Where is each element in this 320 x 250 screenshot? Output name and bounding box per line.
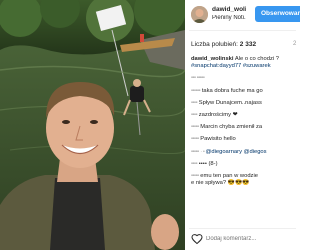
comment-item: •••• zazdrościmy ❤ xyxy=(191,112,300,119)
comment-user[interactable]: ••••• xyxy=(191,124,199,130)
post-user-block: dawid_woli... Pieniny Noti... xyxy=(212,6,246,21)
post-location[interactable]: Pieniny Noti... xyxy=(212,15,246,21)
add-comment-input[interactable] xyxy=(206,233,296,245)
comments-list[interactable]: dawid_wolinski Ale o co chodzi ? #snapch… xyxy=(191,56,300,226)
comment-item: ••••• emu ten pan w wodzie e nie spływa?… xyxy=(191,173,300,187)
comment-user[interactable]: ••• ••••• xyxy=(191,75,205,81)
comment-text: zazdrościmy ❤ xyxy=(198,112,238,119)
comment-text: Marcin chyba zmienił za xyxy=(200,124,263,131)
comment-user[interactable]: •••• xyxy=(191,112,198,118)
post-username[interactable]: dawid_woli... xyxy=(212,6,246,13)
comment-item: dawid_wolinski Ale o co chodzi ? #snapch… xyxy=(191,56,300,70)
comment-mention[interactable]: @diegoarnary @diegos xyxy=(205,149,266,155)
comment-user[interactable]: ••••• xyxy=(191,149,199,155)
comment-tag[interactable]: #snapchat:dayyd77 xyxy=(191,63,241,69)
comment-item: ••• ••••• xyxy=(191,75,300,82)
comment-user[interactable]: •••• xyxy=(191,100,198,106)
comment-hashtag[interactable]: #szuwarek xyxy=(243,63,271,69)
comment-text-continued: e nie spływa? 😎😎😎 xyxy=(191,180,250,187)
avatar[interactable] xyxy=(191,6,208,23)
comment-user[interactable]: ••••• xyxy=(191,173,199,179)
comment-item: •••••• taka dobra fuche ma go xyxy=(191,88,300,95)
post-time[interactable]: 2 xyxy=(293,41,296,47)
post-photo-image xyxy=(0,0,185,250)
comment-item: ••••• · • @diegoarnary @diegos xyxy=(191,149,300,156)
comment-text: taka dobra fuche ma go xyxy=(201,87,263,94)
comment-user[interactable]: ••••• xyxy=(191,136,199,142)
comment-text: Ale o co chodzi ? xyxy=(234,56,279,62)
comment-item: •••• Spływ Dunajcem..najass xyxy=(191,100,300,107)
likes-count[interactable]: Liczba polubień: 2 332 xyxy=(191,41,256,48)
comment-user[interactable]: •••• xyxy=(191,161,198,167)
header-divider xyxy=(189,30,296,31)
comment-item: •••• •••• (8-) xyxy=(191,161,300,168)
likes-number: 2 332 xyxy=(239,41,257,48)
comment-text: Pawisito hello xyxy=(200,136,236,143)
post-sidebar: dawid_woli... Pieniny Noti... Obserwowan… xyxy=(185,0,300,250)
follow-button[interactable]: Obserwowanie xyxy=(255,6,300,22)
comment-text: •••• (8-) xyxy=(198,160,218,167)
comment-user[interactable]: dawid_wolinski xyxy=(191,56,234,62)
heart-icon[interactable] xyxy=(191,233,203,245)
comment-user[interactable]: •••••• xyxy=(191,88,201,94)
comment-text: Spływ Dunajcem..najass xyxy=(198,99,262,106)
avatar-image xyxy=(191,6,208,23)
post-header: dawid_woli... Pieniny Noti... Obserwowan… xyxy=(185,0,300,30)
post-footer xyxy=(185,229,300,250)
comment-text: emu ten pan w wodzie xyxy=(200,173,258,180)
comment-item: ••••• Pawisito hello xyxy=(191,136,300,143)
likes-label: Liczba polubień: xyxy=(191,41,238,48)
post-photo xyxy=(0,0,185,250)
comment-item: ••••• Marcin chyba zmienił za xyxy=(191,124,300,131)
